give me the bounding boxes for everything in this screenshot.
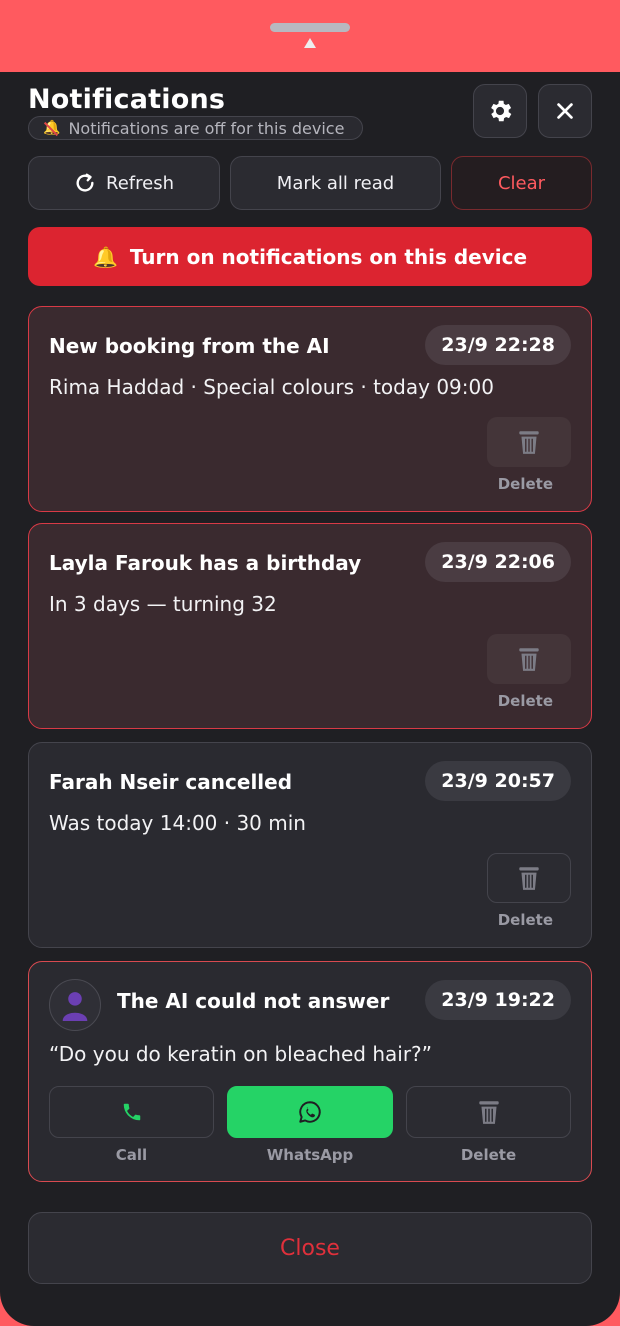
notification-body: Rima Haddad · Special colours · today 09… <box>49 375 494 399</box>
notification-time: 23/9 22:28 <box>425 325 571 365</box>
call-button[interactable] <box>49 1086 214 1138</box>
gear-icon <box>491 100 512 122</box>
mark-all-read-button[interactable]: Mark all read <box>230 156 441 210</box>
notification-time: 23/9 22:06 <box>425 542 571 582</box>
page-title: Notifications <box>28 84 226 115</box>
settings-button[interactable] <box>473 84 527 138</box>
person-icon <box>62 992 88 1021</box>
notification-card[interactable]: Layla Farouk has a birthday 23/9 22:06 I… <box>28 523 592 729</box>
enable-notifications-label: Turn on notifications on this device <box>129 244 528 269</box>
mark-all-read-label: Mark all read <box>276 172 395 194</box>
notification-body: In 3 days — turning 32 <box>49 592 277 616</box>
notification-status-badge: 🔔 Notifications are off for this device <box>28 116 363 140</box>
call-label: Call <box>115 1146 148 1164</box>
notification-body: “Do you do keratin on bleached hair?” <box>49 1042 433 1066</box>
trash-icon <box>519 867 539 890</box>
notification-title: Farah Nseir cancelled <box>49 770 293 794</box>
avatar <box>49 979 101 1031</box>
expand-arrow-icon[interactable] <box>304 38 316 48</box>
notification-body: Was today 14:00 · 30 min <box>49 811 306 835</box>
trash-icon <box>478 1101 499 1124</box>
delete-label: Delete <box>460 1146 517 1164</box>
bell-off-icon: 🔔 <box>43 120 61 136</box>
trash-icon <box>519 648 539 671</box>
delete-label: Delete <box>497 692 553 710</box>
clear-label: Clear <box>497 172 546 194</box>
phone-icon <box>123 1103 140 1121</box>
refresh-label: Refresh <box>106 172 174 194</box>
sheet-top-strip <box>0 0 620 72</box>
delete-label: Delete <box>497 911 553 929</box>
delete-button[interactable] <box>487 853 571 903</box>
notification-time: 23/9 19:22 <box>425 980 571 1020</box>
delete-label: Delete <box>497 475 553 493</box>
enable-notifications-button[interactable]: 🔔 Turn on notifications on this device <box>28 227 592 286</box>
whatsapp-button[interactable] <box>227 1086 393 1138</box>
delete-button[interactable] <box>487 417 571 467</box>
close-icon <box>557 103 573 119</box>
notification-card[interactable]: Farah Nseir cancelled 23/9 20:57 Was tod… <box>28 742 592 948</box>
refresh-button[interactable]: Refresh <box>28 156 220 210</box>
status-text: Notifications are off for this device <box>68 118 345 138</box>
whatsapp-icon <box>299 1101 321 1123</box>
notification-title: Layla Farouk has a birthday <box>49 551 362 575</box>
bell-icon: 🔔 <box>92 244 118 269</box>
notification-title: The AI could not answer <box>117 989 390 1013</box>
refresh-icon <box>76 173 94 192</box>
notifications-sheet: Notifications 🔔 Notifications are off fo… <box>0 72 620 1326</box>
close-sheet-button[interactable] <box>538 84 592 138</box>
drag-handle[interactable] <box>270 23 350 32</box>
whatsapp-label: WhatsApp <box>266 1146 354 1164</box>
delete-button[interactable] <box>487 634 571 684</box>
delete-button[interactable] <box>406 1086 571 1138</box>
close-button[interactable]: Close <box>28 1212 592 1284</box>
clear-button[interactable]: Clear <box>451 156 592 210</box>
notification-title: New booking from the AI <box>49 334 330 358</box>
notification-time: 23/9 20:57 <box>425 761 571 801</box>
close-label: Close <box>280 1235 340 1261</box>
trash-icon <box>519 431 539 454</box>
notification-card-ai[interactable]: The AI could not answer 23/9 19:22 “Do y… <box>28 961 592 1182</box>
notification-card[interactable]: New booking from the AI 23/9 22:28 Rima … <box>28 306 592 512</box>
